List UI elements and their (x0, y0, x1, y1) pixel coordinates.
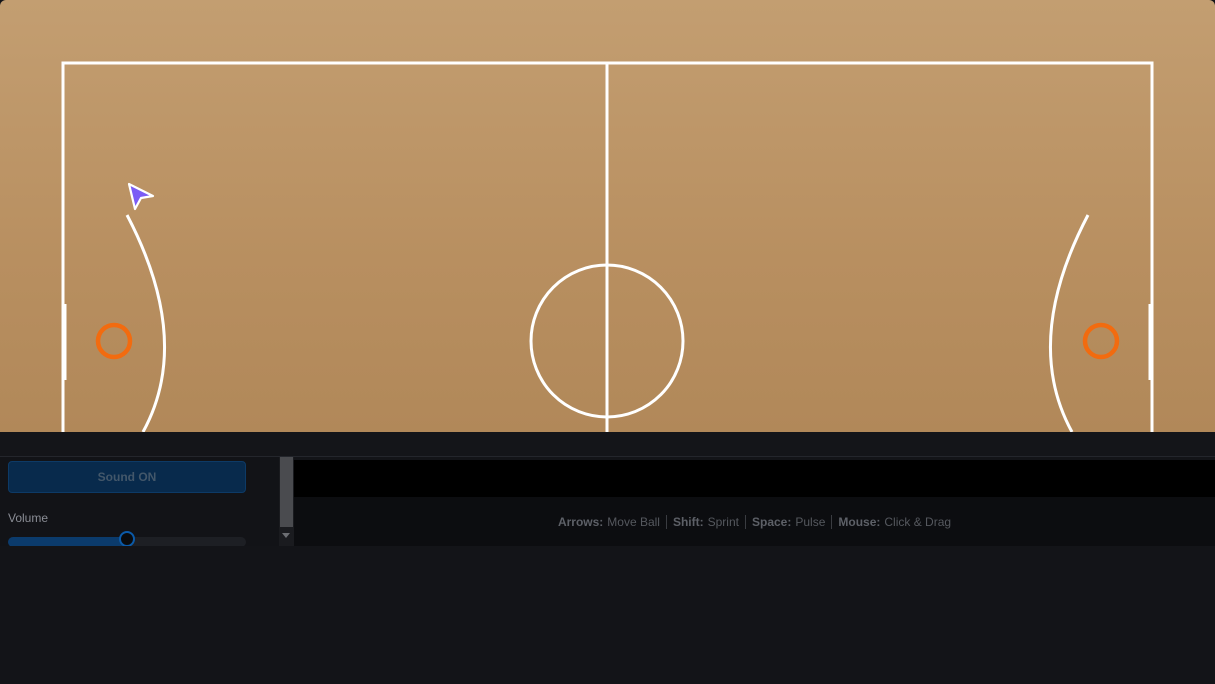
pointer-arrow-icon[interactable] (126, 182, 156, 212)
controls-help-bar: Arrows: Move Ball Shift: Sprint Space: P… (294, 497, 1215, 546)
hint-action: Pulse (795, 514, 826, 529)
volume-slider-thumb[interactable] (119, 531, 135, 546)
court-lines (61, 61, 1154, 432)
hint-action: Click & Drag (884, 514, 952, 529)
divider-strip (0, 432, 1215, 457)
sound-toggle-button[interactable]: Sound ON (8, 461, 246, 493)
basketball-court[interactable] (0, 0, 1215, 432)
right-hoop[interactable] (1082, 322, 1120, 360)
status-bar (294, 460, 1215, 497)
hint-action: Move Ball (607, 514, 660, 529)
game-window: Sound ON Volume Arrows: Move Ball Shift:… (0, 0, 1215, 684)
volume-label: Volume (8, 511, 49, 525)
controls-scrollbar[interactable] (279, 457, 294, 546)
controls-panel: Sound ON Volume (0, 457, 279, 546)
scrollbar-thumb[interactable] (280, 457, 293, 527)
hint-space: Space: Pulse (744, 514, 831, 529)
scroll-down-arrow-icon[interactable] (282, 533, 290, 538)
empty-page-area (0, 546, 1215, 684)
volume-slider-fill (8, 537, 127, 546)
right-three-point-arc (1048, 214, 1090, 432)
hint-key: Shift: (672, 514, 704, 529)
hint-arrows: Arrows: Move Ball (552, 515, 666, 529)
hint-shift: Shift: Sprint (665, 514, 745, 529)
hint-key: Mouse: (838, 514, 881, 529)
hint-key: Space: (751, 514, 792, 529)
left-hoop[interactable] (95, 322, 133, 360)
hint-key: Arrows: (557, 514, 604, 529)
hint-action: Sprint (707, 514, 739, 529)
hint-mouse: Mouse: Click & Drag (831, 514, 957, 529)
left-three-point-arc (125, 214, 167, 432)
